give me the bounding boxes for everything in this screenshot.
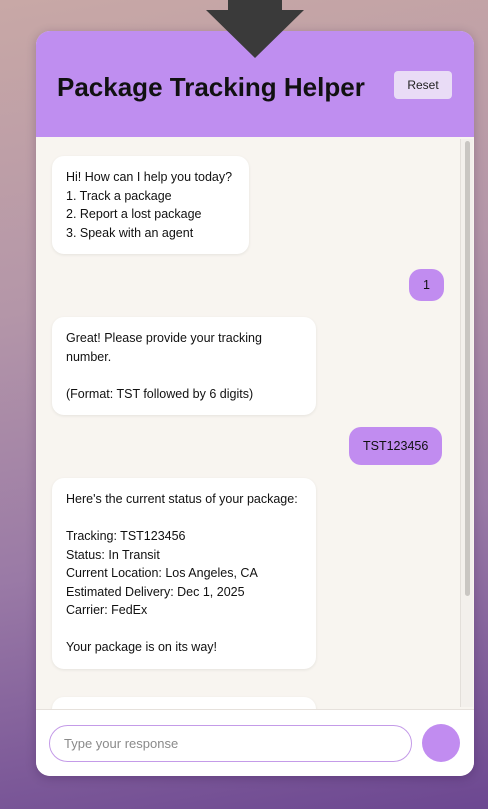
chat-window: Package Tracking Helper Reset Hi! How ca… xyxy=(36,31,474,776)
send-button[interactable] xyxy=(422,724,460,762)
user-message: 1 xyxy=(409,269,444,301)
bot-message xyxy=(52,697,316,709)
arrow-down-icon xyxy=(206,0,304,58)
user-message: TST123456 xyxy=(349,427,443,465)
bot-message: Hi! How can I help you today? 1. Track a… xyxy=(52,156,249,254)
message-list: Hi! How can I help you today? 1. Track a… xyxy=(36,137,474,709)
reset-button[interactable]: Reset xyxy=(394,71,452,99)
page-title: Package Tracking Helper xyxy=(57,72,365,102)
bot-message: Great! Please provide your tracking numb… xyxy=(52,317,316,415)
bot-message: Here's the current status of your packag… xyxy=(52,478,316,669)
response-input[interactable] xyxy=(49,725,412,762)
scrollbar-thumb[interactable] xyxy=(465,141,470,596)
input-bar xyxy=(36,709,474,776)
